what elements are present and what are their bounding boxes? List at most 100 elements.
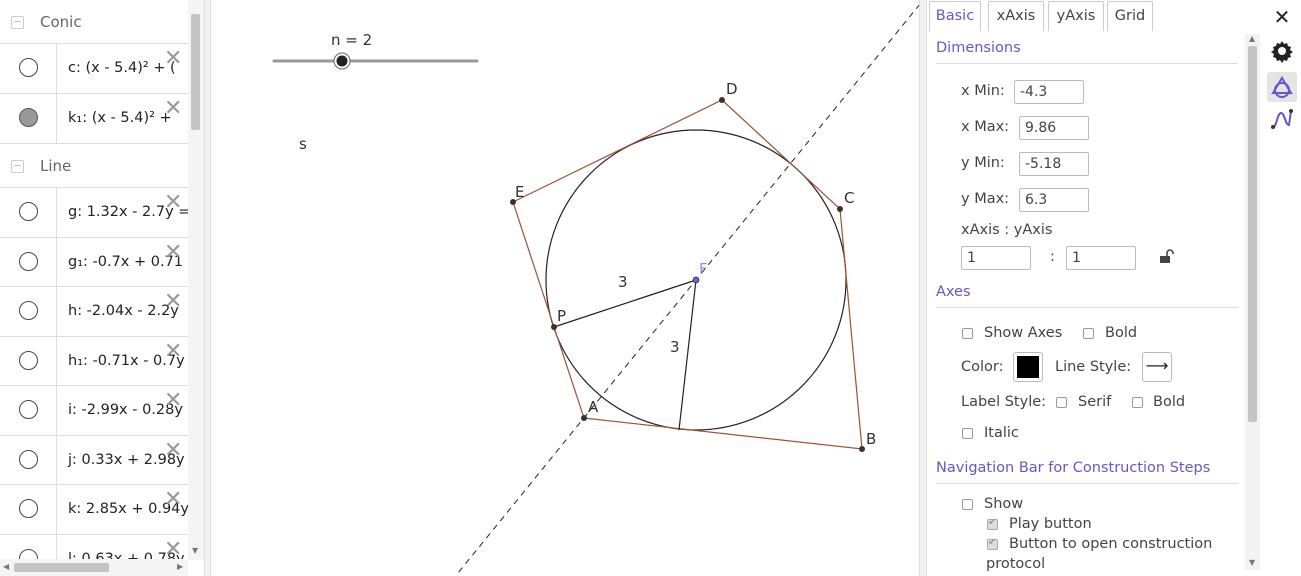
ratio-y-field[interactable]: 1: [1066, 246, 1136, 270]
color-label: Color:: [961, 359, 1004, 375]
algebra-horizontal-scrollbar[interactable]: ◀ ▶: [0, 559, 188, 576]
segment-label: 3: [618, 273, 628, 291]
visibility-toggle[interactable]: [19, 499, 38, 518]
algebra-row[interactable]: g: 1.32x - 2.7y = ✕: [0, 188, 188, 238]
algebra-row[interactable]: i: -2.99x - 0.28y ✕: [0, 386, 188, 436]
dashed-line[interactable]: [457, 4, 919, 574]
unlock-icon[interactable]: [1158, 248, 1174, 264]
graphics-style-button[interactable]: [1267, 72, 1297, 102]
point-label-f: F: [699, 260, 708, 278]
delete-icon[interactable]: ✕: [164, 289, 182, 314]
scroll-down-icon[interactable]: ▼: [1249, 558, 1255, 567]
algebra-row[interactable]: c: (x - 5.4)² + ( ✕: [0, 44, 188, 94]
scroll-thumb[interactable]: [1248, 46, 1257, 422]
tab-yaxis[interactable]: yAxis: [1048, 1, 1104, 31]
view-splitter[interactable]: [919, 0, 927, 576]
algebra-row[interactable]: g₁: -0.7x + 0.71 ✕: [0, 237, 188, 287]
properties-scrollbar[interactable]: ▲ ▼: [1245, 34, 1260, 570]
collapse-icon[interactable]: −: [11, 160, 24, 173]
delete-icon[interactable]: ✕: [164, 487, 182, 512]
properties-tabs: Basic xAxis yAxis Grid: [927, 0, 1263, 33]
pentagon-polygon[interactable]: [512, 99, 863, 450]
point-b[interactable]: [859, 446, 865, 452]
visibility-toggle[interactable]: [19, 449, 38, 469]
scroll-thumb[interactable]: [191, 14, 200, 130]
group-conic[interactable]: − Conic: [0, 0, 188, 44]
ymin-label: y Min:: [961, 155, 1005, 171]
algebra-vertical-scrollbar[interactable]: ▼: [188, 0, 204, 560]
ratio-x-field[interactable]: 1: [961, 246, 1031, 270]
show-axes-label: Show Axes: [984, 325, 1063, 341]
ymax-label: y Max:: [961, 191, 1010, 207]
graphics-style-icon: [1271, 76, 1293, 98]
group-title: Conic: [40, 13, 82, 31]
point-label-c: C: [844, 189, 854, 207]
xmax-field[interactable]: 9.86: [1019, 116, 1089, 140]
scroll-up-icon[interactable]: ▲: [1249, 34, 1255, 43]
algebra-row[interactable]: k₁: (x - 5.4)² + ✕: [0, 94, 188, 144]
segment-radius[interactable]: [678, 279, 697, 431]
function-icon[interactable]: [1270, 107, 1294, 131]
section-axes: Axes: [936, 284, 971, 300]
algebra-expression[interactable]: c: (x - 5.4)² + (: [68, 60, 176, 76]
algebra-row[interactable]: j: 0.33x + 2.98y ✕: [0, 435, 188, 485]
visibility-toggle[interactable]: [19, 400, 38, 419]
xmin-label: x Min:: [961, 83, 1005, 99]
line-style-button[interactable]: ⟶: [1142, 352, 1172, 382]
serif-checkbox[interactable]: [1056, 397, 1067, 408]
visibility-toggle[interactable]: [19, 350, 38, 370]
gear-icon[interactable]: [1270, 39, 1294, 63]
bold-label-checkbox[interactable]: [1132, 397, 1143, 408]
text-s[interactable]: s: [299, 135, 307, 153]
show-navbar-checkbox[interactable]: [962, 499, 973, 510]
visibility-toggle[interactable]: [19, 251, 38, 271]
scroll-right-icon[interactable]: ▶: [177, 562, 183, 571]
tab-basic[interactable]: Basic: [929, 1, 981, 31]
algebra-view: − Conic c: (x - 5.4)² + ( ✕ k₁: (x - 5.4…: [0, 0, 204, 576]
tab-xaxis[interactable]: xAxis: [988, 1, 1044, 31]
ymin-field[interactable]: -5.18: [1019, 152, 1089, 176]
point-c[interactable]: [837, 206, 843, 212]
view-splitter[interactable]: [204, 0, 211, 576]
collapse-icon[interactable]: −: [11, 16, 24, 29]
delete-icon[interactable]: ✕: [164, 190, 182, 215]
delete-icon[interactable]: ✕: [164, 388, 182, 413]
delete-icon[interactable]: ✕: [164, 240, 182, 265]
protocol-button-label: Button to open construction: [1009, 536, 1213, 552]
xmin-field[interactable]: -4.3: [1014, 80, 1084, 104]
algebra-row[interactable]: k: 2.85x + 0.94y ✕: [0, 485, 188, 535]
algebra-expression[interactable]: k₁: (x - 5.4)² +: [68, 110, 172, 126]
scroll-thumb[interactable]: [14, 563, 109, 572]
tab-grid[interactable]: Grid: [1107, 1, 1153, 31]
point-a[interactable]: [581, 415, 587, 421]
delete-icon[interactable]: ✕: [164, 438, 182, 463]
protocol-button-checkbox[interactable]: [987, 537, 998, 550]
play-button-checkbox[interactable]: [987, 517, 998, 530]
bold-label: Bold: [1105, 325, 1138, 341]
visibility-toggle[interactable]: [19, 58, 38, 77]
color-swatch: [1017, 356, 1039, 378]
close-icon[interactable]: ✕: [1270, 5, 1294, 29]
delete-icon[interactable]: ✕: [164, 46, 182, 71]
algebra-expression[interactable]: h: -2.04x - 2.2y: [68, 303, 179, 319]
graphics-canvas[interactable]: n = 2 s 3 3 A B C D E P F: [211, 0, 919, 576]
show-axes-checkbox[interactable]: [962, 328, 973, 339]
scroll-left-icon[interactable]: ◀: [3, 562, 9, 571]
group-line[interactable]: − Line: [0, 144, 188, 188]
ymax-field[interactable]: 6.3: [1019, 188, 1089, 212]
visibility-toggle[interactable]: [19, 108, 38, 127]
italic-checkbox[interactable]: [962, 428, 973, 439]
delete-icon[interactable]: ✕: [164, 339, 182, 364]
scroll-down-icon[interactable]: ▼: [192, 546, 198, 555]
delete-icon[interactable]: ✕: [164, 537, 182, 562]
visibility-toggle[interactable]: [19, 202, 38, 221]
algebra-row[interactable]: h: -2.04x - 2.2y ✕: [0, 287, 188, 337]
algebra-row[interactable]: h₁: -0.71x - 0.7y ✕: [0, 336, 188, 386]
graphics-view[interactable]: n = 2 s 3 3 A B C D E P F: [211, 0, 919, 576]
visibility-toggle[interactable]: [19, 301, 38, 320]
serif-label: Serif: [1078, 394, 1112, 410]
delete-icon[interactable]: ✕: [164, 96, 182, 121]
color-button[interactable]: [1013, 352, 1043, 382]
point-d[interactable]: [719, 97, 725, 103]
bold-checkbox[interactable]: [1083, 328, 1094, 339]
